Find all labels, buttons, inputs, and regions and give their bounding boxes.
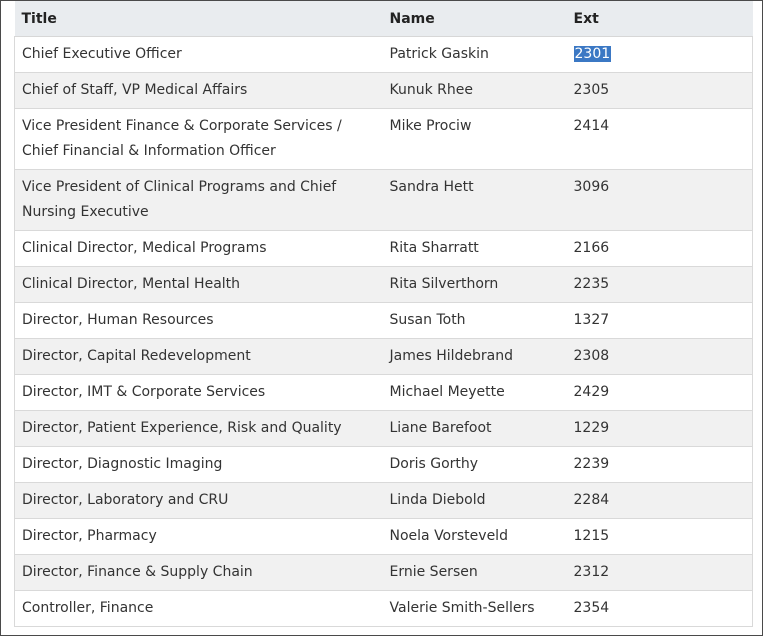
cell-name[interactable]: Susan Toth (382, 302, 567, 339)
cell-title[interactable]: Director, IMT & Corporate Services (14, 374, 383, 411)
column-header-ext[interactable]: Ext (566, 1, 753, 37)
cell-ext[interactable]: 2235 (566, 266, 753, 303)
table-row: Director, Pharmacy Noela Vorsteveld 1215 (14, 518, 753, 555)
table-row: Vice President Finance & Corporate Servi… (14, 108, 753, 170)
table-row: Clinical Director, Mental Health Rita Sil… (14, 266, 753, 303)
cell-title[interactable]: Director, Laboratory and CRU (14, 482, 383, 519)
cell-name[interactable]: Rita Sharratt (382, 230, 567, 267)
cell-ext[interactable]: 2284 (566, 482, 753, 519)
cell-title[interactable]: Director, Human Resources (14, 302, 383, 339)
cell-title[interactable]: Director, Patient Experience, Risk and Q… (14, 410, 383, 447)
table-row: Controller, Finance Valerie Smith-Sellers… (14, 590, 753, 627)
column-header-title[interactable]: Title (14, 1, 383, 37)
cell-ext[interactable]: 2166 (566, 230, 753, 267)
cell-name[interactable]: Kunuk Rhee (382, 72, 567, 109)
leadership-contacts-table: Title Name Ext Chief Executive Officer Pa… (14, 1, 753, 627)
cell-name[interactable]: Sandra Hett (382, 169, 567, 231)
cell-name[interactable]: Ernie Sersen (382, 554, 567, 591)
cell-name[interactable]: Noela Vorsteveld (382, 518, 567, 555)
cell-ext[interactable]: 2308 (566, 338, 753, 375)
cell-name[interactable]: Mike Prociw (382, 108, 567, 170)
cell-name[interactable]: Rita Silverthorn (382, 266, 567, 303)
cell-ext[interactable]: 2239 (566, 446, 753, 483)
table-row: Director, Patient Experience, Risk and Q… (14, 410, 753, 447)
cell-ext[interactable]: 2305 (566, 72, 753, 109)
cell-ext[interactable]: 1215 (566, 518, 753, 555)
cell-name[interactable]: Patrick Gaskin (382, 36, 567, 73)
cell-title[interactable]: Director, Finance & Supply Chain (14, 554, 383, 591)
cell-title[interactable]: Director, Diagnostic Imaging (14, 446, 383, 483)
cell-ext[interactable]: 2312 (566, 554, 753, 591)
cell-ext[interactable]: 1229 (566, 410, 753, 447)
table-row: Director, Human Resources Susan Toth 1327 (14, 302, 753, 339)
cell-name[interactable]: Doris Gorthy (382, 446, 567, 483)
table-row: Chief Executive Officer Patrick Gaskin 230… (14, 36, 753, 73)
column-header-name[interactable]: Name (382, 1, 567, 37)
table-row: Vice President of Clinical Programs and … (14, 169, 753, 231)
table-row: Director, IMT & Corporate Services Michae… (14, 374, 753, 411)
cell-title[interactable]: Director, Capital Redevelopment (14, 338, 383, 375)
table-row: Director, Finance & Supply Chain Ernie Se… (14, 554, 753, 591)
page-frame: Title Name Ext Chief Executive Officer Pa… (0, 0, 763, 636)
cell-title[interactable]: Clinical Director, Mental Health (14, 266, 383, 303)
cell-name[interactable]: Valerie Smith-Sellers (382, 590, 567, 627)
table-header-row: Title Name Ext (14, 1, 753, 37)
cell-ext[interactable]: 2429 (566, 374, 753, 411)
table-row: Chief of Staff, VP Medical Affairs Kunuk … (14, 72, 753, 109)
cell-title[interactable]: Controller, Finance (14, 590, 383, 627)
cell-title[interactable]: Chief Executive Officer (14, 36, 383, 73)
table-row: Director, Diagnostic Imaging Doris Gorthy… (14, 446, 753, 483)
table-row: Director, Capital Redevelopment James Hil… (14, 338, 753, 375)
table-row: Director, Laboratory and CRU Linda Diebol… (14, 482, 753, 519)
cell-name[interactable]: Michael Meyette (382, 374, 567, 411)
cell-title[interactable]: Clinical Director, Medical Programs (14, 230, 383, 267)
cell-title[interactable]: Vice President Finance & Corporate Servi… (14, 108, 383, 170)
cell-ext[interactable]: 1327 (566, 302, 753, 339)
selected-text-highlight[interactable]: 2301 (573, 46, 612, 62)
cell-ext[interactable]: 3096 (566, 169, 753, 231)
cell-title[interactable]: Director, Pharmacy (14, 518, 383, 555)
cell-ext[interactable]: 2354 (566, 590, 753, 627)
cell-name[interactable]: Linda Diebold (382, 482, 567, 519)
cell-name[interactable]: James Hildebrand (382, 338, 567, 375)
cell-ext[interactable]: 2301 (566, 36, 753, 73)
cell-title[interactable]: Chief of Staff, VP Medical Affairs (14, 72, 383, 109)
table-row: Clinical Director, Medical Programs Rita … (14, 230, 753, 267)
cell-ext[interactable]: 2414 (566, 108, 753, 170)
cell-name[interactable]: Liane Barefoot (382, 410, 567, 447)
cell-title[interactable]: Vice President of Clinical Programs and … (14, 169, 383, 231)
